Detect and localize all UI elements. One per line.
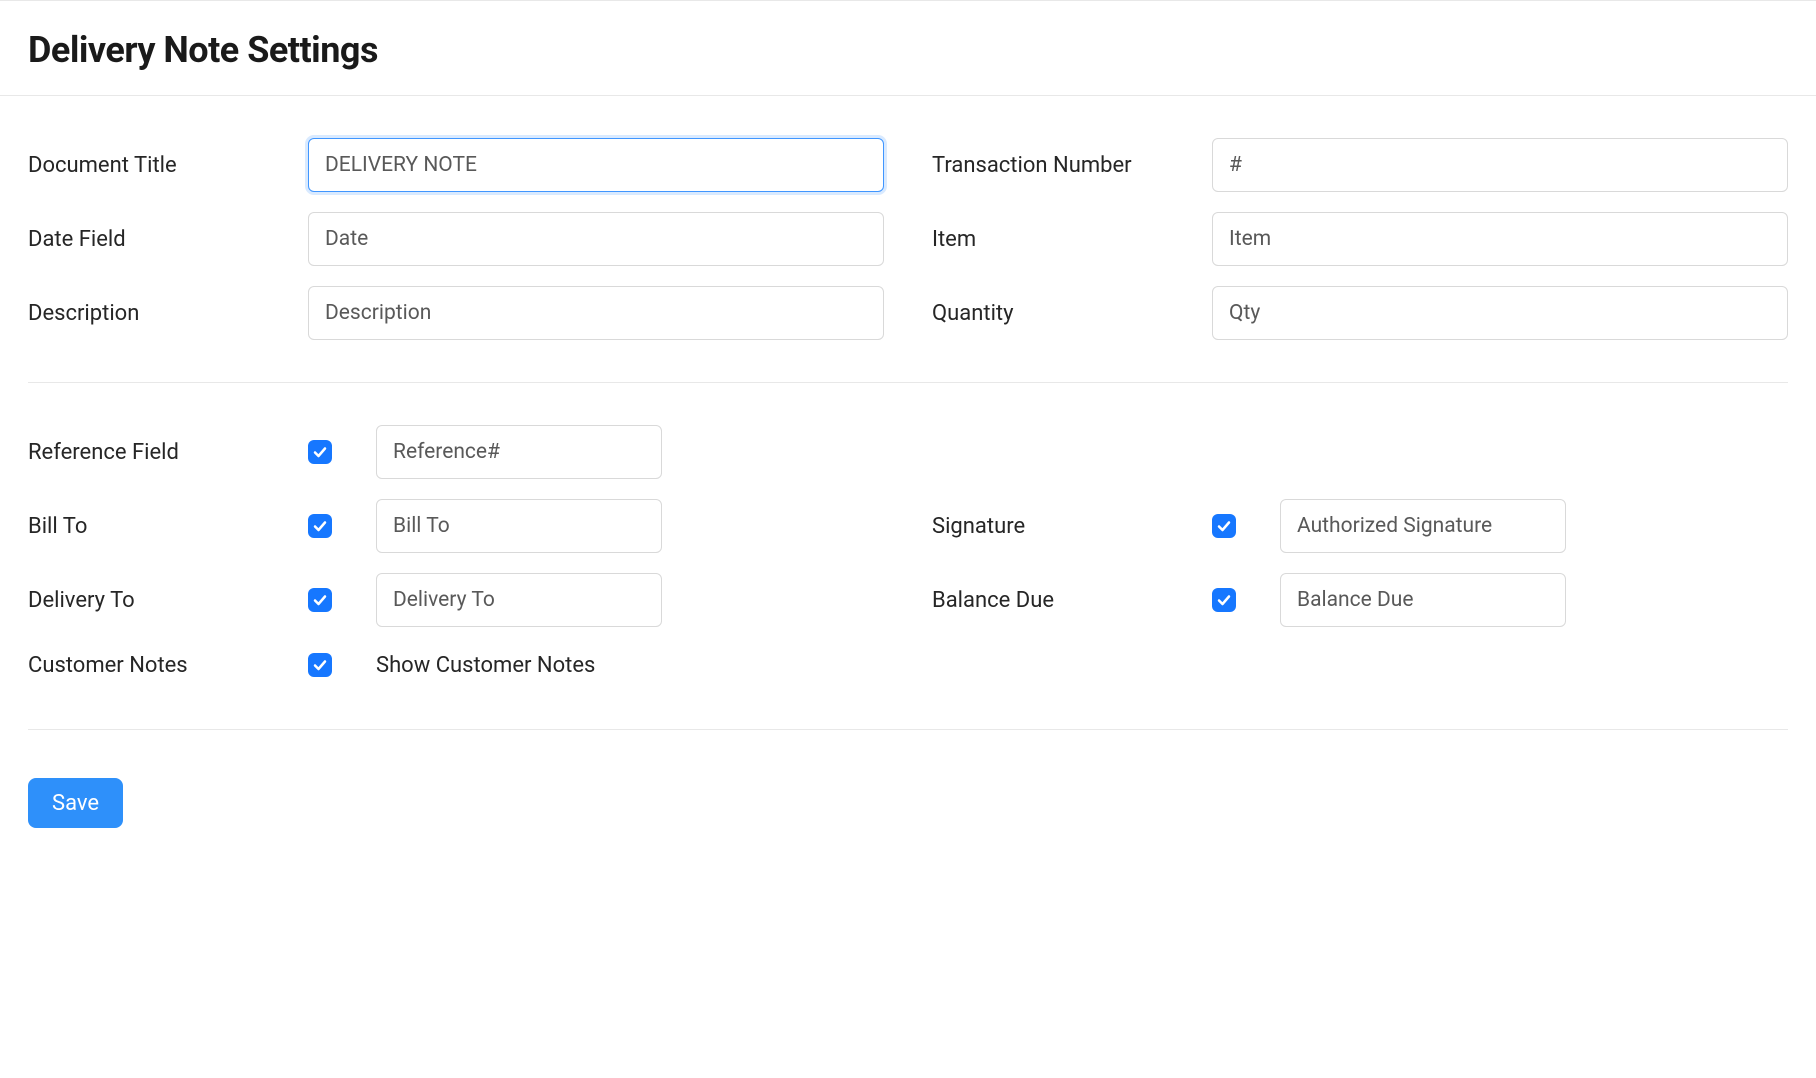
checkbox-delivery-to[interactable] <box>308 588 332 612</box>
section-basic-fields: Document Title Transaction Number Date F… <box>28 128 1788 374</box>
label-description: Description <box>28 301 308 326</box>
row-transaction-number: Transaction Number <box>932 128 1788 202</box>
label-bill-to: Bill To <box>28 514 308 539</box>
label-reference-field: Reference Field <box>28 440 308 465</box>
label-document-title: Document Title <box>28 153 308 178</box>
row-delivery-to: Delivery To <box>28 563 884 637</box>
label-customer-notes: Customer Notes <box>28 653 308 678</box>
label-item: Item <box>932 227 1212 252</box>
input-document-title[interactable] <box>308 138 884 192</box>
input-bill-to[interactable] <box>376 499 662 553</box>
label-transaction-number: Transaction Number <box>932 153 1212 178</box>
row-description: Description <box>28 276 884 350</box>
check-icon <box>312 444 328 460</box>
checkbox-balance-due[interactable] <box>1212 588 1236 612</box>
row-item: Item <box>932 202 1788 276</box>
check-icon <box>312 592 328 608</box>
row-bill-to: Bill To <box>28 489 884 563</box>
row-reference-field: Reference Field <box>28 415 884 489</box>
checkbox-reference-field[interactable] <box>308 440 332 464</box>
input-reference-field[interactable] <box>376 425 662 479</box>
checkbox-customer-notes[interactable] <box>308 653 332 677</box>
page-header: Delivery Note Settings <box>0 0 1816 96</box>
input-delivery-to[interactable] <box>376 573 662 627</box>
label-date-field: Date Field <box>28 227 308 252</box>
row-date-field: Date Field <box>28 202 884 276</box>
input-balance-due[interactable] <box>1280 573 1566 627</box>
check-icon <box>312 657 328 673</box>
row-signature: Signature <box>932 489 1788 563</box>
row-quantity: Quantity <box>932 276 1788 350</box>
row-document-title: Document Title <box>28 128 884 202</box>
section-optional-fields: Reference Field Bill To <box>28 382 1788 717</box>
label-balance-due: Balance Due <box>932 588 1212 613</box>
input-date-field[interactable] <box>308 212 884 266</box>
input-quantity[interactable] <box>1212 286 1788 340</box>
check-icon <box>312 518 328 534</box>
footer: Save <box>28 729 1788 828</box>
input-transaction-number[interactable] <box>1212 138 1788 192</box>
row-balance-due: Balance Due <box>932 563 1788 637</box>
checkbox-signature[interactable] <box>1212 514 1236 538</box>
text-show-customer-notes: Show Customer Notes <box>376 653 595 678</box>
input-description[interactable] <box>308 286 884 340</box>
label-delivery-to: Delivery To <box>28 588 308 613</box>
check-icon <box>1216 518 1232 534</box>
check-icon <box>1216 592 1232 608</box>
checkbox-bill-to[interactable] <box>308 514 332 538</box>
page-title: Delivery Note Settings <box>28 29 1788 71</box>
row-customer-notes: Customer Notes Show Customer Notes <box>28 637 884 693</box>
save-button[interactable]: Save <box>28 778 123 828</box>
label-quantity: Quantity <box>932 301 1212 326</box>
input-signature[interactable] <box>1280 499 1566 553</box>
input-item[interactable] <box>1212 212 1788 266</box>
label-signature: Signature <box>932 514 1212 539</box>
